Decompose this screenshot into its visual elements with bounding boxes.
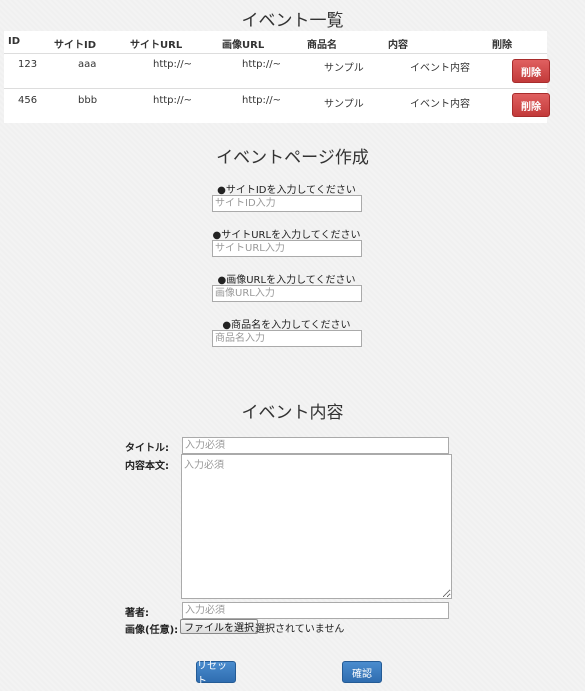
title-label: タイトル: <box>125 443 169 454</box>
delete-button[interactable]: 削除 <box>512 93 550 117</box>
body-label: 内容本文: <box>125 461 169 472</box>
cell-image-url: http://~ <box>242 95 282 106</box>
site-id-label: ●サイトIDを入力してください <box>217 185 356 196</box>
author-input[interactable] <box>182 602 449 619</box>
cell-site-url: http://~ <box>153 95 193 106</box>
confirm-button[interactable]: 確認 <box>342 661 382 683</box>
col-header-id: ID <box>8 36 21 47</box>
product-label: ●商品名を入力してください <box>222 320 351 331</box>
site-id-input[interactable] <box>212 195 362 212</box>
create-page-title: イベントページ作成 <box>216 148 369 168</box>
event-table: ID サイトID サイトURL 画像URL 商品名 内容 削除 123 aaa … <box>4 31 550 123</box>
image-url-input[interactable] <box>212 285 362 302</box>
cell-product: サンプル <box>324 63 364 74</box>
cell-site-id: bbb <box>78 95 98 106</box>
row-divider <box>4 53 547 54</box>
cell-product: サンプル <box>324 99 364 110</box>
col-header-image-url: 画像URL <box>222 40 265 51</box>
event-list-title: イベント一覧 <box>241 11 344 31</box>
col-header-delete: 削除 <box>492 40 512 51</box>
body-textarea[interactable] <box>181 454 452 599</box>
delete-button[interactable]: 削除 <box>512 59 550 83</box>
title-input[interactable] <box>182 437 449 454</box>
image-url-label: ●画像URLを入力してください <box>217 275 356 286</box>
reset-button[interactable]: リセット <box>196 661 236 687</box>
cell-content: イベント内容 <box>410 99 470 110</box>
event-content-title: イベント内容 <box>241 403 344 423</box>
product-input[interactable] <box>212 330 362 347</box>
cell-site-url: http://~ <box>153 59 193 70</box>
file-select-button[interactable]: ファイルを選択 <box>180 619 258 634</box>
site-url-input[interactable] <box>212 240 362 257</box>
cell-id: 456 <box>18 95 38 106</box>
col-header-content: 内容 <box>388 40 408 51</box>
col-header-site-id: サイトID <box>54 40 97 51</box>
col-header-site-url: サイトURL <box>130 40 183 51</box>
row-divider <box>4 88 547 89</box>
image-label: 画像(任意): <box>125 625 179 636</box>
cell-id: 123 <box>18 59 38 70</box>
file-status-text: 選択されていません <box>255 624 345 635</box>
col-header-product: 商品名 <box>307 40 337 51</box>
author-label: 著者: <box>125 608 149 619</box>
cell-content: イベント内容 <box>410 63 470 74</box>
cell-image-url: http://~ <box>242 59 282 70</box>
cell-site-id: aaa <box>78 59 97 70</box>
site-url-label: ●サイトURLを入力してください <box>212 230 361 241</box>
